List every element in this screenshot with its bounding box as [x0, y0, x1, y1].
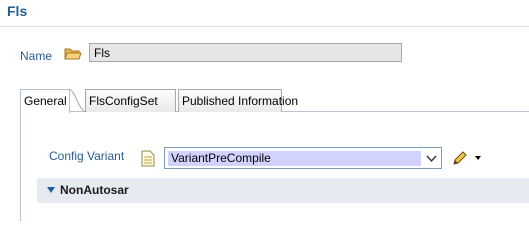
tab-separator	[68, 89, 87, 112]
folder-icon[interactable]	[64, 45, 82, 61]
document-icon[interactable]	[141, 150, 155, 167]
tab-general-label: General	[24, 94, 67, 108]
config-variant-value: VariantPreCompile	[168, 151, 421, 166]
chevron-down-icon[interactable]	[425, 152, 438, 165]
config-variant-label: Config Variant	[49, 149, 125, 163]
expand-triangle-icon[interactable]	[47, 186, 55, 194]
tab-general[interactable]: General	[20, 89, 70, 113]
config-variant-combo[interactable]: VariantPreCompile	[164, 147, 442, 169]
tab-flsconfigset[interactable]: FlsConfigSet	[85, 89, 176, 112]
name-field[interactable]: Fls	[89, 43, 402, 62]
editor-title: Fls	[7, 3, 28, 19]
tab-flsconfigset-label: FlsConfigSet	[89, 94, 158, 108]
section-title: NonAutosar	[60, 183, 129, 197]
title-separator	[0, 26, 529, 27]
pencil-icon[interactable]	[451, 149, 485, 167]
section-nonautosar[interactable]: NonAutosar	[37, 178, 529, 203]
tab-published-information-label: Published Information	[182, 94, 299, 108]
tab-published-information[interactable]: Published Information	[178, 89, 298, 112]
dropdown-arrow-icon	[475, 156, 481, 160]
name-label: Name	[20, 49, 53, 63]
